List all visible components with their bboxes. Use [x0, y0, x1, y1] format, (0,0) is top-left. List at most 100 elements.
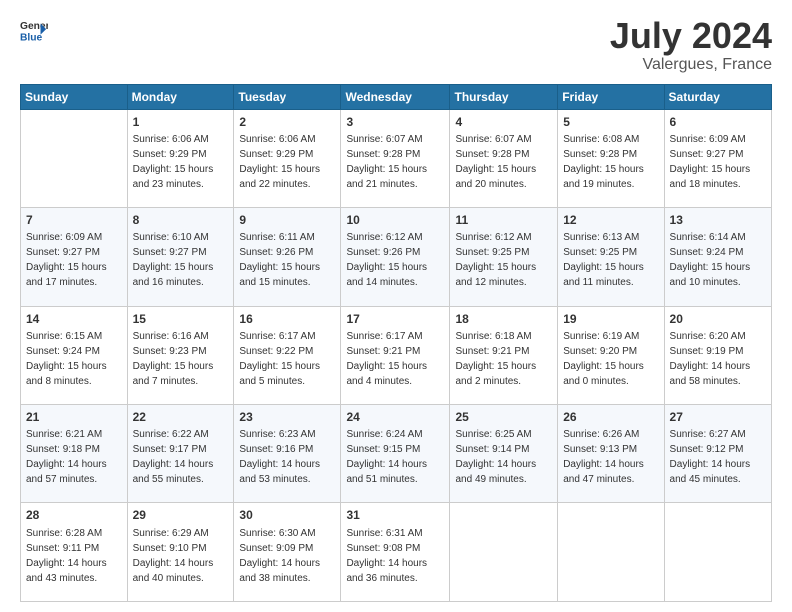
day-number: 5: [563, 114, 658, 131]
table-cell: 11Sunrise: 6:12 AMSunset: 9:25 PMDayligh…: [450, 208, 558, 306]
cell-details: Sunrise: 6:10 AMSunset: 9:27 PMDaylight:…: [133, 230, 229, 290]
table-cell: [664, 503, 771, 602]
table-cell: 28 Sunrise: 6:28 AMSunset: 9:11 PMDayligh…: [21, 503, 128, 602]
table-cell: 24Sunrise: 6:24 AMSunset: 9:15 PMDayligh…: [341, 405, 450, 503]
location-title: Valergues, France: [610, 56, 772, 74]
cell-details: Sunrise: 6:24 AMSunset: 9:15 PMDaylight:…: [346, 427, 444, 487]
day-number: 1: [133, 114, 229, 131]
cell-details: Sunrise: 6:22 AMSunset: 9:17 PMDaylight:…: [133, 427, 229, 487]
day-number: 20: [670, 311, 766, 328]
cell-details: Sunrise: 6:07 AMSunset: 9:28 PMDaylight:…: [455, 132, 552, 192]
table-cell: 16Sunrise: 6:17 AMSunset: 9:22 PMDayligh…: [234, 306, 341, 404]
day-number: 3: [346, 114, 444, 131]
table-cell: 20Sunrise: 6:20 AMSunset: 9:19 PMDayligh…: [664, 306, 771, 404]
day-number: 18: [455, 311, 552, 328]
header: General Blue July 2024 Valergues, France: [20, 16, 772, 74]
cell-details: Sunrise: 6:15 AMSunset: 9:24 PMDaylight:…: [26, 329, 122, 389]
table-cell: 9Sunrise: 6:11 AMSunset: 9:26 PMDaylight…: [234, 208, 341, 306]
cell-details: Sunrise: 6:27 AMSunset: 9:12 PMDaylight:…: [670, 427, 766, 487]
cell-details: Sunrise: 6:18 AMSunset: 9:21 PMDaylight:…: [455, 329, 552, 389]
day-number: 21: [26, 409, 122, 426]
page: General Blue July 2024 Valergues, France…: [0, 0, 792, 612]
logo-icon: General Blue: [20, 16, 48, 44]
cell-details: Sunrise: 6:09 AMSunset: 9:27 PMDaylight:…: [670, 132, 766, 192]
table-cell: 26Sunrise: 6:26 AMSunset: 9:13 PMDayligh…: [558, 405, 664, 503]
cell-details: Sunrise: 6:23 AMSunset: 9:16 PMDaylight:…: [239, 427, 335, 487]
day-number: 8: [133, 212, 229, 229]
table-cell: 6Sunrise: 6:09 AMSunset: 9:27 PMDaylight…: [664, 109, 771, 207]
table-cell: 2Sunrise: 6:06 AMSunset: 9:29 PMDaylight…: [234, 109, 341, 207]
cell-details: Sunrise: 6:09 AMSunset: 9:27 PMDaylight:…: [26, 230, 122, 290]
table-row: 1Sunrise: 6:06 AMSunset: 9:29 PMDaylight…: [21, 109, 772, 207]
title-block: July 2024 Valergues, France: [610, 16, 772, 74]
col-saturday: Saturday: [664, 84, 771, 109]
day-number: 10: [346, 212, 444, 229]
table-cell: 13Sunrise: 6:14 AMSunset: 9:24 PMDayligh…: [664, 208, 771, 306]
logo: General Blue: [20, 16, 48, 44]
table-cell: 8Sunrise: 6:10 AMSunset: 9:27 PMDaylight…: [127, 208, 234, 306]
col-sunday: Sunday: [21, 84, 128, 109]
cell-details: Sunrise: 6:11 AMSunset: 9:26 PMDaylight:…: [239, 230, 335, 290]
col-monday: Monday: [127, 84, 234, 109]
cell-details: Sunrise: 6:07 AMSunset: 9:28 PMDaylight:…: [346, 132, 444, 192]
day-number: 9: [239, 212, 335, 229]
table-cell: [558, 503, 664, 602]
cell-details: Sunrise: 6:06 AMSunset: 9:29 PMDaylight:…: [133, 132, 229, 192]
cell-details: Sunrise: 6:19 AMSunset: 9:20 PMDaylight:…: [563, 329, 658, 389]
svg-text:Blue: Blue: [20, 32, 43, 43]
day-number: 6: [670, 114, 766, 131]
day-number: 11: [455, 212, 552, 229]
table-row: 7Sunrise: 6:09 AMSunset: 9:27 PMDaylight…: [21, 208, 772, 306]
month-title: July 2024: [610, 16, 772, 56]
cell-details: Sunrise: 6:21 AMSunset: 9:18 PMDaylight:…: [26, 427, 122, 487]
col-wednesday: Wednesday: [341, 84, 450, 109]
table-cell: 27Sunrise: 6:27 AMSunset: 9:12 PMDayligh…: [664, 405, 771, 503]
table-row: 28 Sunrise: 6:28 AMSunset: 9:11 PMDayligh…: [21, 503, 772, 602]
cell-details: Sunrise: 6:16 AMSunset: 9:23 PMDaylight:…: [133, 329, 229, 389]
day-number: 17: [346, 311, 444, 328]
col-tuesday: Tuesday: [234, 84, 341, 109]
day-number: 31: [346, 507, 444, 524]
cell-details: Sunrise: 6:26 AMSunset: 9:13 PMDaylight:…: [563, 427, 658, 487]
col-friday: Friday: [558, 84, 664, 109]
table-cell: 18Sunrise: 6:18 AMSunset: 9:21 PMDayligh…: [450, 306, 558, 404]
day-number: 19: [563, 311, 658, 328]
cell-details: Sunrise: 6:12 AMSunset: 9:25 PMDaylight:…: [455, 230, 552, 290]
cell-details: Sunrise: 6:29 AMSunset: 9:10 PMDaylight:…: [133, 526, 229, 586]
table-cell: 17Sunrise: 6:17 AMSunset: 9:21 PMDayligh…: [341, 306, 450, 404]
day-number: 15: [133, 311, 229, 328]
cell-details: Sunrise: 6:12 AMSunset: 9:26 PMDaylight:…: [346, 230, 444, 290]
calendar-table: Sunday Monday Tuesday Wednesday Thursday…: [20, 84, 772, 602]
table-row: 14Sunrise: 6:15 AMSunset: 9:24 PMDayligh…: [21, 306, 772, 404]
table-cell: [450, 503, 558, 602]
table-cell: 7Sunrise: 6:09 AMSunset: 9:27 PMDaylight…: [21, 208, 128, 306]
day-number: 26: [563, 409, 658, 426]
day-number: 29: [133, 507, 229, 524]
table-cell: 25Sunrise: 6:25 AMSunset: 9:14 PMDayligh…: [450, 405, 558, 503]
cell-details: Sunrise: 6:14 AMSunset: 9:24 PMDaylight:…: [670, 230, 766, 290]
header-row: Sunday Monday Tuesday Wednesday Thursday…: [21, 84, 772, 109]
cell-details: Sunrise: 6:08 AMSunset: 9:28 PMDaylight:…: [563, 132, 658, 192]
table-cell: 23Sunrise: 6:23 AMSunset: 9:16 PMDayligh…: [234, 405, 341, 503]
table-cell: 4Sunrise: 6:07 AMSunset: 9:28 PMDaylight…: [450, 109, 558, 207]
table-cell: 19Sunrise: 6:19 AMSunset: 9:20 PMDayligh…: [558, 306, 664, 404]
col-thursday: Thursday: [450, 84, 558, 109]
table-cell: 30Sunrise: 6:30 AMSunset: 9:09 PMDayligh…: [234, 503, 341, 602]
cell-details: Sunrise: 6:28 AMSunset: 9:11 PMDaylight:…: [26, 526, 122, 586]
day-number: 24: [346, 409, 444, 426]
table-cell: 5Sunrise: 6:08 AMSunset: 9:28 PMDaylight…: [558, 109, 664, 207]
cell-details: Sunrise: 6:30 AMSunset: 9:09 PMDaylight:…: [239, 526, 335, 586]
table-cell: 1Sunrise: 6:06 AMSunset: 9:29 PMDaylight…: [127, 109, 234, 207]
cell-details: Sunrise: 6:31 AMSunset: 9:08 PMDaylight:…: [346, 526, 444, 586]
cell-details: Sunrise: 6:17 AMSunset: 9:21 PMDaylight:…: [346, 329, 444, 389]
table-cell: [21, 109, 128, 207]
table-cell: 3Sunrise: 6:07 AMSunset: 9:28 PMDaylight…: [341, 109, 450, 207]
table-row: 21Sunrise: 6:21 AMSunset: 9:18 PMDayligh…: [21, 405, 772, 503]
day-number: 12: [563, 212, 658, 229]
table-cell: 31 Sunrise: 6:31 AMSunset: 9:08 PMDayligh…: [341, 503, 450, 602]
table-cell: 22Sunrise: 6:22 AMSunset: 9:17 PMDayligh…: [127, 405, 234, 503]
day-number: 25: [455, 409, 552, 426]
table-cell: 12Sunrise: 6:13 AMSunset: 9:25 PMDayligh…: [558, 208, 664, 306]
day-number: 28: [26, 507, 122, 524]
day-number: 27: [670, 409, 766, 426]
